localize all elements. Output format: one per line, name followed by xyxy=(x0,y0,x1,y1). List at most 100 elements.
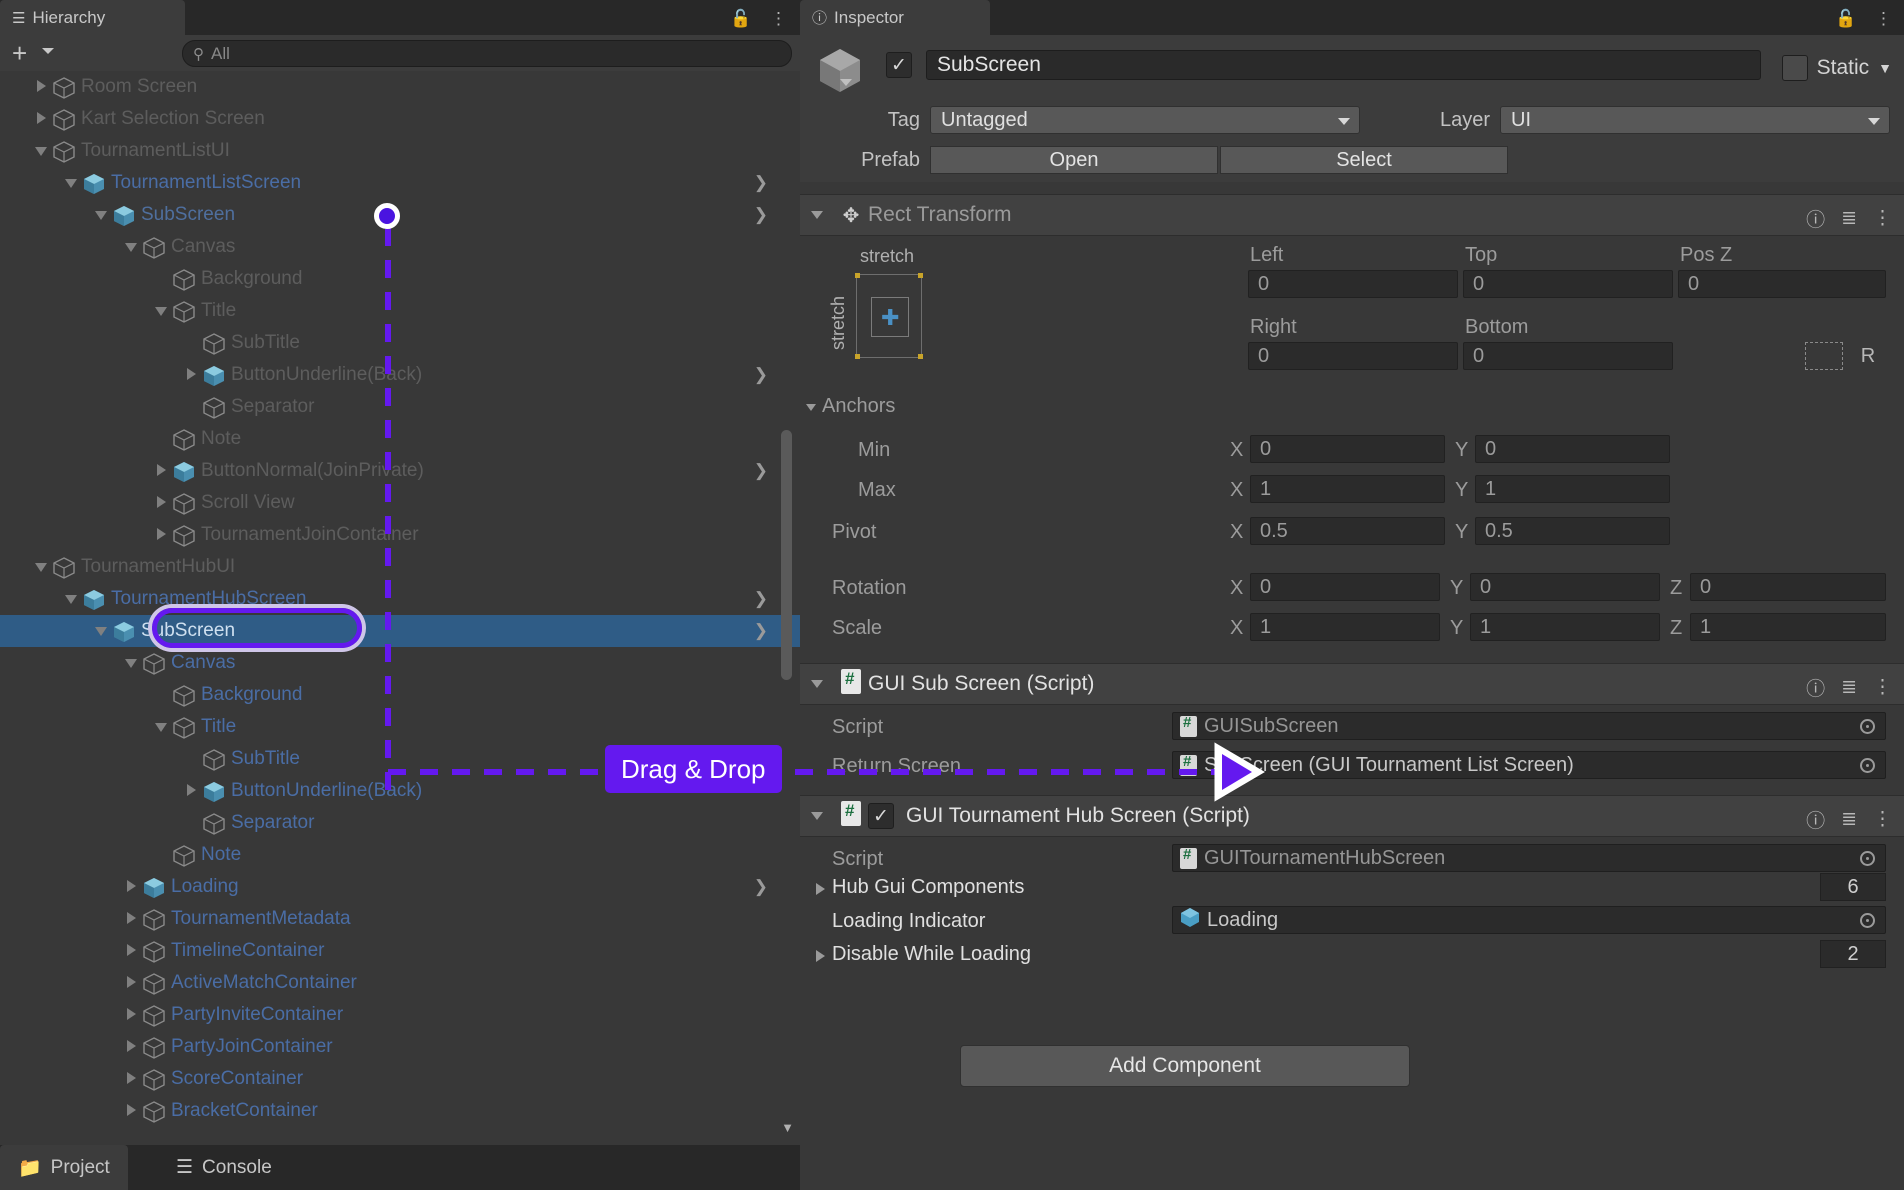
twirl-open-icon[interactable] xyxy=(150,300,172,322)
twirl-open-icon[interactable] xyxy=(90,620,112,642)
twirl-open-icon[interactable] xyxy=(30,140,52,162)
hierarchy-row[interactable]: Canvas xyxy=(0,231,800,263)
component-enabled-checkbox[interactable]: ✓ xyxy=(868,803,894,829)
component-header-gui-sub-screen[interactable]: GUI Sub Screen (Script) ⓘ ≣ ⋮ xyxy=(800,663,1904,705)
kebab-menu-icon[interactable]: ⋮ xyxy=(1875,9,1892,29)
layer-dropdown[interactable]: UI xyxy=(1500,106,1890,134)
hierarchy-row[interactable]: TournamentListScreen❯ xyxy=(0,167,800,199)
right-input[interactable]: 0 xyxy=(1248,342,1458,370)
scroll-down-icon[interactable]: ▼ xyxy=(781,1120,794,1135)
prefab-enter-chevron-icon[interactable]: ❯ xyxy=(754,877,768,897)
prefab-enter-chevron-icon[interactable]: ❯ xyxy=(754,365,768,385)
prefab-enter-chevron-icon[interactable]: ❯ xyxy=(754,461,768,481)
tab-project[interactable]: 📁 Project xyxy=(0,1145,128,1190)
help-icon[interactable]: ⓘ xyxy=(1806,806,1825,833)
twirl-closed-icon[interactable] xyxy=(180,780,202,802)
hierarchy-row[interactable]: Canvas xyxy=(0,647,800,679)
loading-indicator-field[interactable]: Loading xyxy=(1172,906,1886,934)
hierarchy-row[interactable]: Loading❯ xyxy=(0,871,800,903)
add-gameobject-button[interactable]: + xyxy=(12,40,27,66)
prefab-select-button[interactable]: Select xyxy=(1220,146,1508,174)
hierarchy-row[interactable]: ScoreContainer xyxy=(0,1063,800,1095)
hierarchy-row[interactable]: Separator xyxy=(0,807,800,839)
twirl-open-icon[interactable] xyxy=(120,236,142,258)
object-picker-icon[interactable] xyxy=(1860,758,1875,773)
kebab-menu-icon[interactable]: ⋮ xyxy=(1873,207,1892,230)
rotation-y-input[interactable]: 0 xyxy=(1470,573,1660,601)
left-input[interactable]: 0 xyxy=(1248,270,1458,298)
twirl-closed-icon[interactable] xyxy=(150,524,172,546)
hierarchy-row[interactable]: BracketContainer xyxy=(0,1095,800,1127)
twirl-closed-icon[interactable] xyxy=(120,972,142,994)
bottom-input[interactable]: 0 xyxy=(1463,342,1673,370)
twirl-open-icon[interactable] xyxy=(90,204,112,226)
hierarchy-scrollbar[interactable] xyxy=(781,430,792,680)
pivot-x-input[interactable]: 0.5 xyxy=(1250,517,1445,545)
pivot-y-input[interactable]: 0.5 xyxy=(1475,517,1670,545)
prefab-enter-chevron-icon[interactable]: ❯ xyxy=(754,589,768,609)
twirl-closed-icon[interactable] xyxy=(150,492,172,514)
anchors-row[interactable]: Anchors xyxy=(800,391,1904,422)
twirl-closed-icon[interactable] xyxy=(180,364,202,386)
preset-icon[interactable]: ≣ xyxy=(1841,676,1857,699)
kebab-menu-icon[interactable]: ⋮ xyxy=(770,9,787,29)
hierarchy-row[interactable]: Separator xyxy=(0,391,800,423)
help-icon[interactable]: ⓘ xyxy=(1806,674,1825,701)
twirl-open-icon[interactable] xyxy=(120,652,142,674)
component-header-rect-transform[interactable]: ✥ Rect Transform ⓘ ≣ ⋮ xyxy=(800,194,1904,236)
gameobject-enabled-checkbox[interactable]: ✓ xyxy=(886,52,912,78)
hierarchy-row[interactable]: Scroll View xyxy=(0,487,800,519)
hierarchy-row[interactable]: PartyJoinContainer xyxy=(0,1031,800,1063)
twirl-closed-icon[interactable] xyxy=(120,1036,142,1058)
preset-icon[interactable]: ≣ xyxy=(1841,808,1857,831)
kebab-menu-icon[interactable]: ⋮ xyxy=(1873,676,1892,699)
tab-hierarchy[interactable]: ☰ Hierarchy xyxy=(0,0,185,35)
prefab-enter-chevron-icon[interactable]: ❯ xyxy=(754,621,768,641)
twirl-closed-icon[interactable] xyxy=(30,108,52,130)
twirl-closed-icon[interactable] xyxy=(120,908,142,930)
hierarchy-row[interactable]: ButtonUnderline(Back)❯ xyxy=(0,359,800,391)
scale-x-input[interactable]: 1 xyxy=(1250,613,1440,641)
lock-icon[interactable]: 🔓 xyxy=(730,9,751,29)
hierarchy-row[interactable]: Background xyxy=(0,679,800,711)
hierarchy-row[interactable]: TournamentHubUI xyxy=(0,551,800,583)
tag-dropdown[interactable]: Untagged xyxy=(930,106,1360,134)
top-input[interactable]: 0 xyxy=(1463,270,1673,298)
help-icon[interactable]: ⓘ xyxy=(1806,205,1825,232)
hierarchy-row[interactable]: ButtonNormal(JoinPrivate)❯ xyxy=(0,455,800,487)
hierarchy-row[interactable]: TournamentListUI xyxy=(0,135,800,167)
twirl-closed-icon[interactable] xyxy=(120,1004,142,1026)
rotation-x-input[interactable]: 0 xyxy=(1250,573,1440,601)
posz-input[interactable]: 0 xyxy=(1678,270,1886,298)
twirl-open-icon[interactable] xyxy=(60,172,82,194)
scale-y-input[interactable]: 1 xyxy=(1470,613,1660,641)
twirl-closed-icon[interactable] xyxy=(120,876,142,898)
twirl-open-icon[interactable] xyxy=(811,812,823,820)
object-picker-icon[interactable] xyxy=(1860,719,1875,734)
twirl-open-icon[interactable] xyxy=(811,211,823,219)
hierarchy-row[interactable]: SubScreen❯ xyxy=(0,199,800,231)
component-header-gui-tournament-hub-screen[interactable]: ✓ GUI Tournament Hub Screen (Script) ⓘ ≣… xyxy=(800,795,1904,837)
kebab-menu-icon[interactable]: ⋮ xyxy=(1873,808,1892,831)
twirl-closed-icon[interactable] xyxy=(150,460,172,482)
twirl-closed-icon[interactable] xyxy=(120,1100,142,1122)
hierarchy-row[interactable]: Title xyxy=(0,295,800,327)
hierarchy-row[interactable]: SubScreen❯ xyxy=(0,615,800,647)
lock-icon[interactable]: 🔓 xyxy=(1835,9,1856,29)
gameobject-name-input[interactable]: SubScreen xyxy=(926,50,1761,80)
object-picker-icon[interactable] xyxy=(1860,851,1875,866)
static-checkbox[interactable] xyxy=(1782,55,1808,81)
rotation-z-input[interactable]: 0 xyxy=(1690,573,1886,601)
hierarchy-row[interactable]: Room Screen xyxy=(0,71,800,103)
hierarchy-row[interactable]: TimelineContainer xyxy=(0,935,800,967)
anchor-max-x-input[interactable]: 1 xyxy=(1250,475,1445,503)
prefab-enter-chevron-icon[interactable]: ❯ xyxy=(754,205,768,225)
return-screen-field[interactable]: SubScreen (GUI Tournament List Screen) xyxy=(1172,751,1886,779)
twirl-closed-icon[interactable] xyxy=(816,883,825,895)
hierarchy-row[interactable]: SubTitle xyxy=(0,327,800,359)
anchor-min-x-input[interactable]: 0 xyxy=(1250,435,1445,463)
hierarchy-row[interactable]: Note xyxy=(0,423,800,455)
tab-inspector[interactable]: ⓘ Inspector xyxy=(800,0,990,35)
twirl-open-icon[interactable] xyxy=(806,404,816,411)
twirl-closed-icon[interactable] xyxy=(120,1068,142,1090)
